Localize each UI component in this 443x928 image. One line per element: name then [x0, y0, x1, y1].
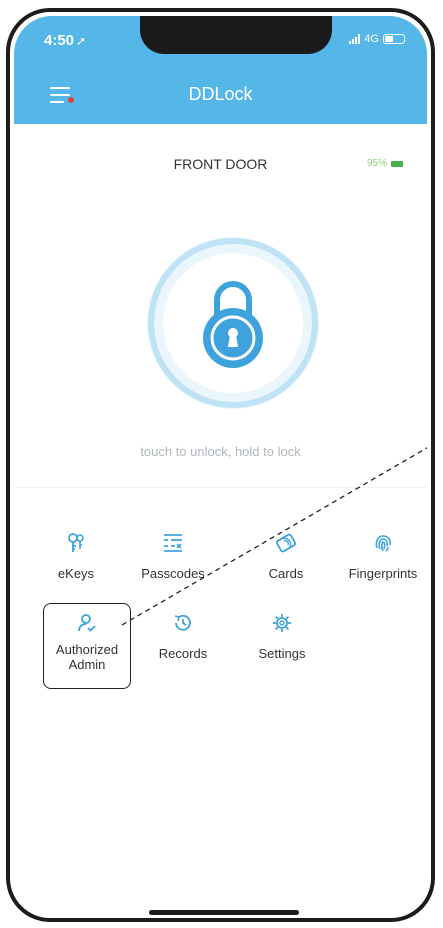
phone-frame: 4:50 ➚ 4G DDLock FRONT DOOR 95% touch to…	[6, 8, 435, 922]
home-indicator	[149, 910, 299, 915]
app-screen: 4:50 ➚ 4G DDLock FRONT DOOR 95% touch to…	[14, 16, 427, 914]
callout-leader-line	[121, 447, 427, 626]
